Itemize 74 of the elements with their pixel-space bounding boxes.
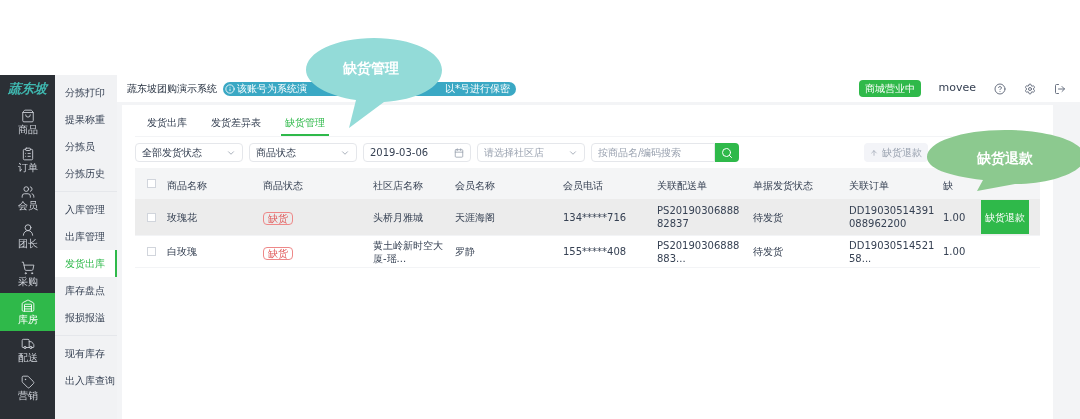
app-title: 蔬东坡团购演示系统 xyxy=(127,82,217,96)
table-cell-text: 134*****716 xyxy=(563,210,628,224)
search-field[interactable]: 按商品名/编码搜索 xyxy=(591,143,715,162)
callout-text: 缺货退款 xyxy=(977,149,1033,168)
table-cell-text: 1.00 xyxy=(943,210,967,224)
truck-icon xyxy=(20,337,35,351)
table-cell-text: 155*****408 xyxy=(563,245,628,258)
checkbox[interactable] xyxy=(146,212,156,222)
table-cell-text: PS20190306888883... xyxy=(657,238,741,265)
checkbox[interactable] xyxy=(146,247,156,256)
column-header: 单据发货状态 xyxy=(753,179,813,191)
submenu-item[interactable]: 库存盘点 xyxy=(55,277,117,304)
arrow-up-icon xyxy=(870,148,878,157)
select-field[interactable]: 全部发货状态 xyxy=(135,143,243,162)
logout-icon[interactable] xyxy=(1054,82,1066,95)
submenu-item[interactable]: 报损报溢 xyxy=(55,304,117,331)
status-tag: 缺货 xyxy=(263,212,293,225)
nav-item[interactable]: 会员 xyxy=(0,179,55,217)
column-header: 缺 xyxy=(943,179,953,191)
submenu-item[interactable]: 入库管理 xyxy=(55,196,117,223)
table-cell: DD1903051452158... xyxy=(849,238,935,265)
column-header: 关联订单 xyxy=(849,179,889,191)
bag-icon xyxy=(20,109,35,123)
select-field[interactable]: 商品状态 xyxy=(249,143,357,162)
table-cell: DD19030514391088962200 xyxy=(849,204,935,230)
house-icon xyxy=(20,299,35,313)
table-cell-text: 头桥月雅城 xyxy=(373,210,424,224)
nav-item[interactable]: 团长 xyxy=(0,217,55,255)
column-header: 商品名称 xyxy=(167,179,207,191)
settings-icon[interactable] xyxy=(1024,82,1036,95)
search-button[interactable] xyxy=(715,143,739,162)
submenu-item[interactable]: 出库管理 xyxy=(55,223,117,250)
column-header: 关联配送单 xyxy=(657,179,707,191)
date-field[interactable]: 2019-03-06 xyxy=(363,143,471,162)
tab[interactable]: 发货出库 xyxy=(143,115,191,136)
column-header: 社区店名称 xyxy=(373,179,423,191)
clipboard-icon xyxy=(20,147,35,161)
nav-item[interactable]: 订单 xyxy=(0,141,55,179)
nav-item[interactable]: 商品 xyxy=(0,103,55,141)
info-icon xyxy=(225,83,235,94)
table-cell-text: 罗静 xyxy=(455,245,476,258)
table-cell-text: 白玫瑰 xyxy=(167,245,198,258)
table-cell-text: 黄土岭新时空大厦-瑶... xyxy=(373,238,444,265)
submenu-item[interactable]: 分拣历史 xyxy=(55,160,117,187)
nav-item[interactable]: 采购 xyxy=(0,255,55,293)
table-cell-text: 天涯海阁 xyxy=(455,210,496,224)
nav-item[interactable]: 营销 xyxy=(0,369,55,407)
tab[interactable]: 发货差异表 xyxy=(207,115,265,136)
column-header: 会员名称 xyxy=(455,179,495,191)
username[interactable]: movee xyxy=(938,80,976,97)
logo: 蔬东坡 xyxy=(7,80,50,99)
table-cell-text: 玫瑰花 xyxy=(167,210,198,224)
submenu-item[interactable]: 现有库存 xyxy=(55,340,117,367)
cart-icon xyxy=(20,261,35,275)
column-header: 会员电话 xyxy=(563,179,603,191)
submenu-item[interactable]: 分拣员 xyxy=(55,133,117,160)
table-cell-text: 1.00 xyxy=(943,245,967,258)
table-cell-text: 待发货 xyxy=(753,210,784,224)
help-icon[interactable] xyxy=(994,82,1006,95)
table-cell-text: 待发货 xyxy=(753,245,784,258)
table-cell-text: PS2019030688882837 xyxy=(657,204,741,230)
submenu-item[interactable]: 提果称重 xyxy=(55,106,117,133)
submenu-item[interactable]: 分拣打印 xyxy=(55,79,117,106)
checkbox[interactable] xyxy=(146,179,156,188)
calendar-icon xyxy=(454,147,464,158)
submenu-item[interactable]: 出入库查询 xyxy=(55,367,117,394)
person-icon xyxy=(20,223,35,237)
status-tag: 缺货 xyxy=(263,246,293,260)
search-icon xyxy=(721,146,733,159)
tag-icon xyxy=(20,375,35,389)
nav-item[interactable]: 配送 xyxy=(0,331,55,369)
people-icon xyxy=(20,185,35,199)
callout-text: 缺货管理 xyxy=(343,59,399,78)
column-header: 商品状态 xyxy=(263,179,303,191)
